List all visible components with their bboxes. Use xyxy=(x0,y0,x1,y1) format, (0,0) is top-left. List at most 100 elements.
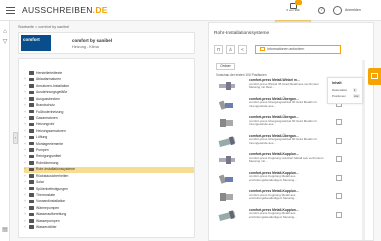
product-image xyxy=(216,172,238,186)
user-icon[interactable] xyxy=(333,6,342,15)
category-item[interactable]: + Montageelemente xyxy=(24,142,194,148)
expand-toggle[interactable]: + xyxy=(24,206,28,212)
product-row[interactable]: comfort-press Metall-Kupplun... comfort-p… xyxy=(216,151,326,170)
category-label: Armaturen-Installation xyxy=(36,83,70,88)
expand-toggle[interactable]: + xyxy=(24,103,28,109)
category-item[interactable]: + Ausdehnungsgefäße xyxy=(24,90,194,96)
category-item[interactable]: + Rückstausicherheiten xyxy=(24,174,194,180)
expand-toggle[interactable]: + xyxy=(24,199,28,205)
envelope-icon xyxy=(260,47,265,51)
expand-toggle[interactable]: + xyxy=(24,122,28,128)
panel-title: Rohr-Installationssysteme xyxy=(214,31,270,36)
folder-icon xyxy=(29,174,34,178)
category-item[interactable]: + Ausgussbecken xyxy=(24,97,194,103)
product-checkbox[interactable] xyxy=(336,156,342,162)
expand-toggle[interactable]: + xyxy=(24,193,28,199)
share-button[interactable]: < xyxy=(238,45,247,54)
expand-toggle[interactable]: + xyxy=(24,174,28,180)
expand-toggle[interactable]: + xyxy=(24,180,28,186)
product-row[interactable]: comfort-press Metall-Übergan... comfort-p… xyxy=(216,133,326,152)
category-item[interactable]: + Reinigungsmittel xyxy=(24,154,194,160)
category-item[interactable]: + Wasserzähler xyxy=(24,225,194,231)
expand-toggle[interactable]: + xyxy=(24,161,28,167)
product-checkbox[interactable] xyxy=(336,119,342,125)
expand-toggle[interactable]: + xyxy=(24,219,28,225)
category-item[interactable]: + Rohr-Installationssysteme xyxy=(24,167,194,173)
product-row[interactable]: comfort-press Metall-Übergan... comfort-p… xyxy=(216,96,326,115)
category-item[interactable]: + Pumpen xyxy=(24,148,194,154)
folder-icon xyxy=(29,219,34,223)
folder-icon xyxy=(29,225,34,229)
product-row[interactable]: comfort-press Metall-Übergan... comfort-p… xyxy=(216,114,326,133)
category-item[interactable]: + Fußbodenheizung xyxy=(24,110,194,116)
contact-side-tab[interactable] xyxy=(368,68,381,85)
category-item[interactable]: + Heizungsarmaturen xyxy=(24,129,194,135)
product-row[interactable]: comfort-press Metall-Winkel m... comfort-… xyxy=(216,77,326,96)
category-item[interactable]: + Armaturen-Installation xyxy=(24,84,194,90)
expand-toggle[interactable]: + xyxy=(24,90,28,96)
home-icon[interactable]: ⌂ xyxy=(2,29,8,35)
expand-toggle[interactable]: + xyxy=(24,135,28,141)
breadcrumb[interactable]: Startseite > comfort by sanibel xyxy=(18,25,69,29)
cart-button[interactable]: 0 von 999 xyxy=(281,0,305,19)
folder-icon xyxy=(29,154,34,159)
folder-icon xyxy=(29,167,34,172)
product-row[interactable]: comfort-press Metall-Kupplun... comfort-p… xyxy=(216,188,326,207)
site-logo[interactable]: AUSSCHREIBEN.DE xyxy=(22,5,108,15)
expand-toggle[interactable]: + xyxy=(24,129,28,135)
menu-icon[interactable] xyxy=(6,7,15,14)
product-checkbox[interactable] xyxy=(336,193,342,199)
folder-icon xyxy=(29,90,34,95)
category-label: Rohrdämmung xyxy=(36,160,59,165)
request-info-button[interactable]: Informationen anfordern xyxy=(255,45,341,54)
bookmark-button[interactable]: ⊓ xyxy=(214,45,223,54)
filter-icon[interactable]: ▽ xyxy=(2,39,8,45)
tab-ordner[interactable]: Ordner xyxy=(216,63,235,70)
expand-toggle[interactable]: + xyxy=(24,77,28,83)
category-item[interactable]: + Spülenbefestigungen xyxy=(24,187,194,193)
collapse-sidebar-button[interactable]: ‹ xyxy=(13,132,18,144)
category-label: Vorwandinstallation xyxy=(36,199,66,204)
product-row[interactable]: comfort-press Metall-Kupplun... comfort-p… xyxy=(216,170,326,189)
category-item[interactable]: + Vorwandinstallation xyxy=(24,199,194,205)
category-label: Spülenbefestigungen xyxy=(36,186,68,191)
folder-icon xyxy=(29,103,34,107)
expand-toggle[interactable]: + xyxy=(24,110,28,116)
expand-toggle[interactable]: + xyxy=(24,154,28,160)
category-item[interactable]: + Rohrdämmung xyxy=(24,161,194,167)
like-button[interactable]: ♙ xyxy=(226,45,235,54)
category-item[interactable]: Herstellerleittexte xyxy=(24,71,194,77)
category-item[interactable]: + Gasarmaturen xyxy=(24,116,194,122)
expand-toggle[interactable]: + xyxy=(24,187,28,193)
request-info-label: Informationen anfordern xyxy=(267,47,305,51)
help-icon[interactable]: ? xyxy=(318,7,325,14)
expand-toggle[interactable]: + xyxy=(24,142,28,148)
category-item[interactable]: + Heizungrohr xyxy=(24,122,194,128)
product-checkbox[interactable] xyxy=(336,211,342,218)
product-checkbox[interactable] xyxy=(336,137,342,144)
content-info-box: Inhalt Datensätze 1 Positionen xxx xyxy=(327,77,363,104)
document-icon[interactable]: ▤ xyxy=(2,227,8,233)
product-row[interactable]: comfort-press Metall-Kupplun... comfort-p… xyxy=(216,207,326,226)
category-item[interactable]: + Wasseraufbereitung xyxy=(24,212,194,218)
category-item[interactable]: + Brandschutz xyxy=(24,103,194,109)
login-link[interactable]: Anmelden xyxy=(345,8,361,12)
product-checkbox[interactable] xyxy=(336,174,342,181)
category-item[interactable]: + Ablaufarmaturen xyxy=(24,77,194,83)
category-label: Brandschutz xyxy=(36,103,55,108)
category-item[interactable]: + Solar xyxy=(24,180,194,186)
category-item[interactable]: + Thermostate xyxy=(24,193,194,199)
expand-toggle[interactable]: + xyxy=(24,148,28,154)
category-item[interactable]: + Lüftung xyxy=(24,135,194,141)
product-description: comfort-press Winkel 45 Grad Metall aus … xyxy=(249,81,319,90)
expand-toggle[interactable]: + xyxy=(24,225,28,231)
expand-toggle[interactable]: + xyxy=(24,116,28,122)
category-item[interactable]: + Wasserpumpen xyxy=(24,219,194,225)
info-row-value: 1 xyxy=(353,88,357,92)
expand-toggle[interactable]: + xyxy=(24,84,28,90)
expand-toggle[interactable]: + xyxy=(24,97,28,103)
category-item[interactable]: + Wärmepumpen xyxy=(24,206,194,212)
category-label: Wärmepumpen xyxy=(36,205,60,210)
expand-toggle[interactable]: + xyxy=(24,167,28,173)
expand-toggle[interactable]: + xyxy=(24,212,28,218)
